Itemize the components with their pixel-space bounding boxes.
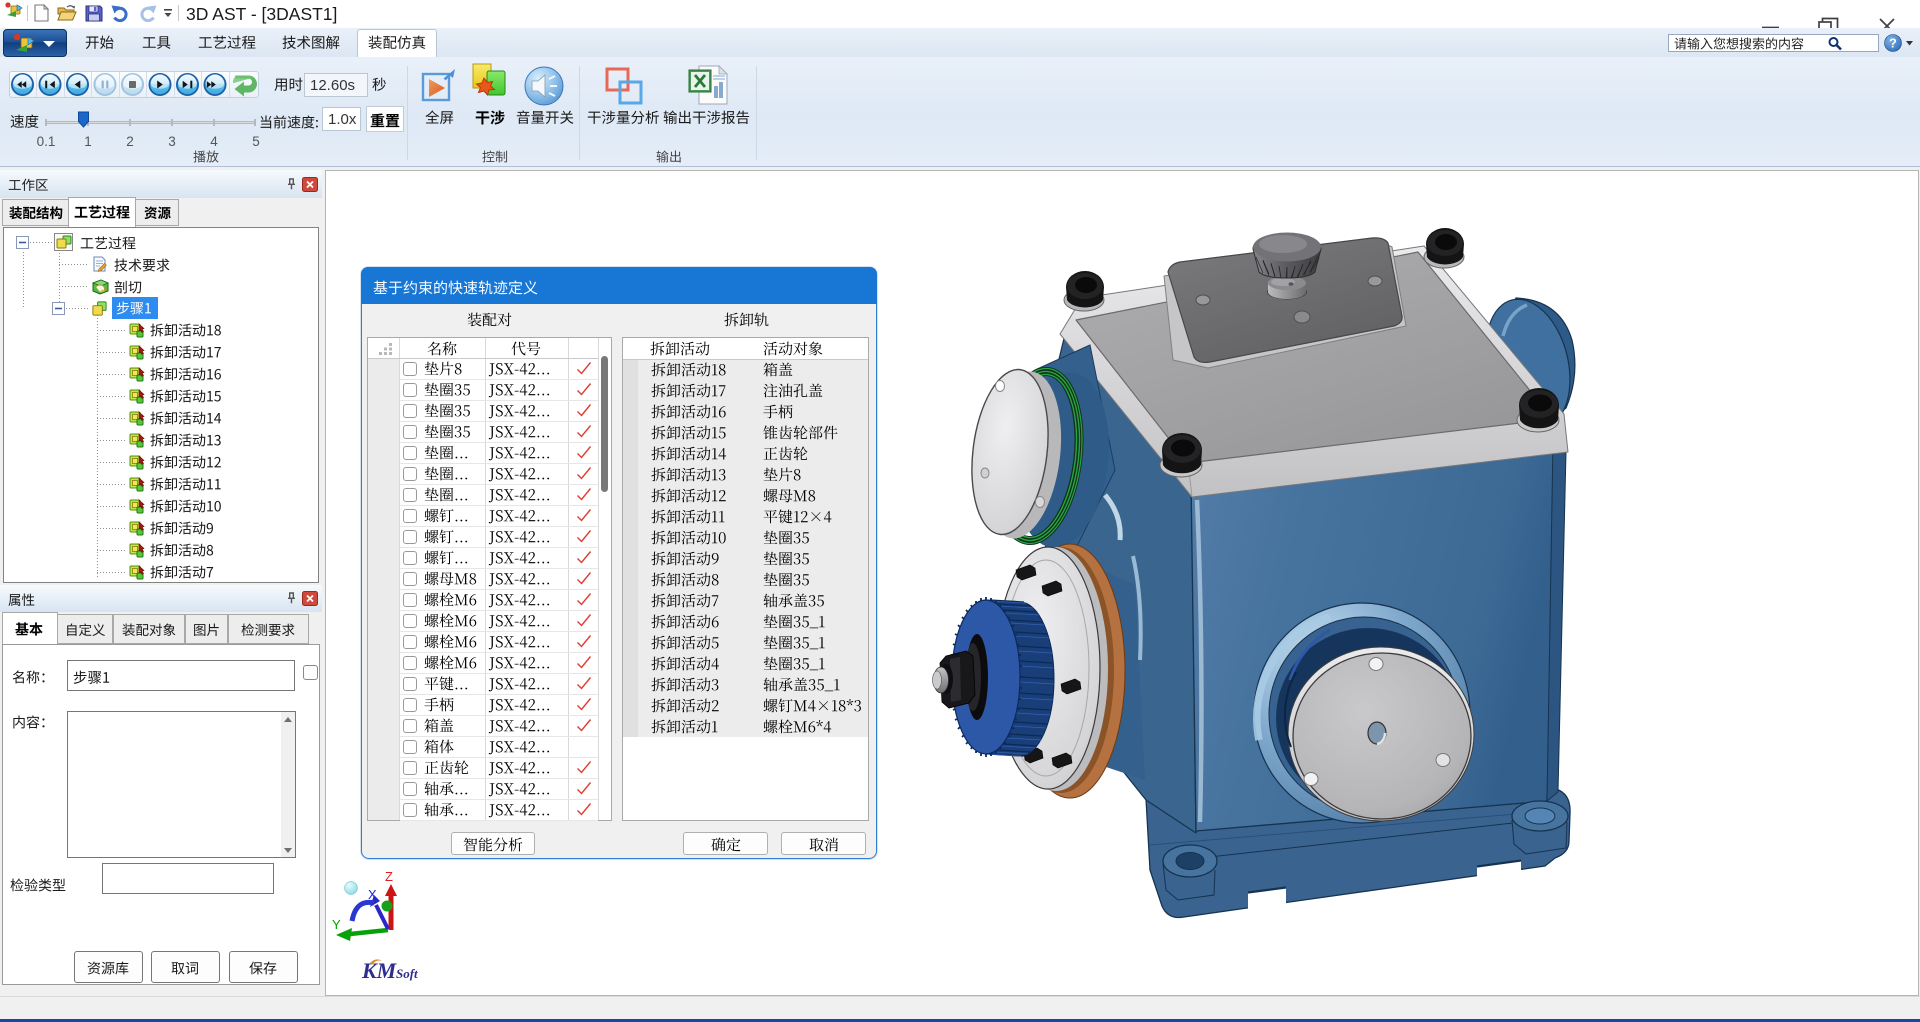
svg-text:Z: Z	[385, 869, 393, 884]
svg-text:?: ?	[1889, 37, 1897, 51]
svg-text:KM: KM	[361, 958, 398, 983]
svg-text:Soft: Soft	[396, 966, 418, 981]
svg-text:Y: Y	[332, 917, 341, 932]
